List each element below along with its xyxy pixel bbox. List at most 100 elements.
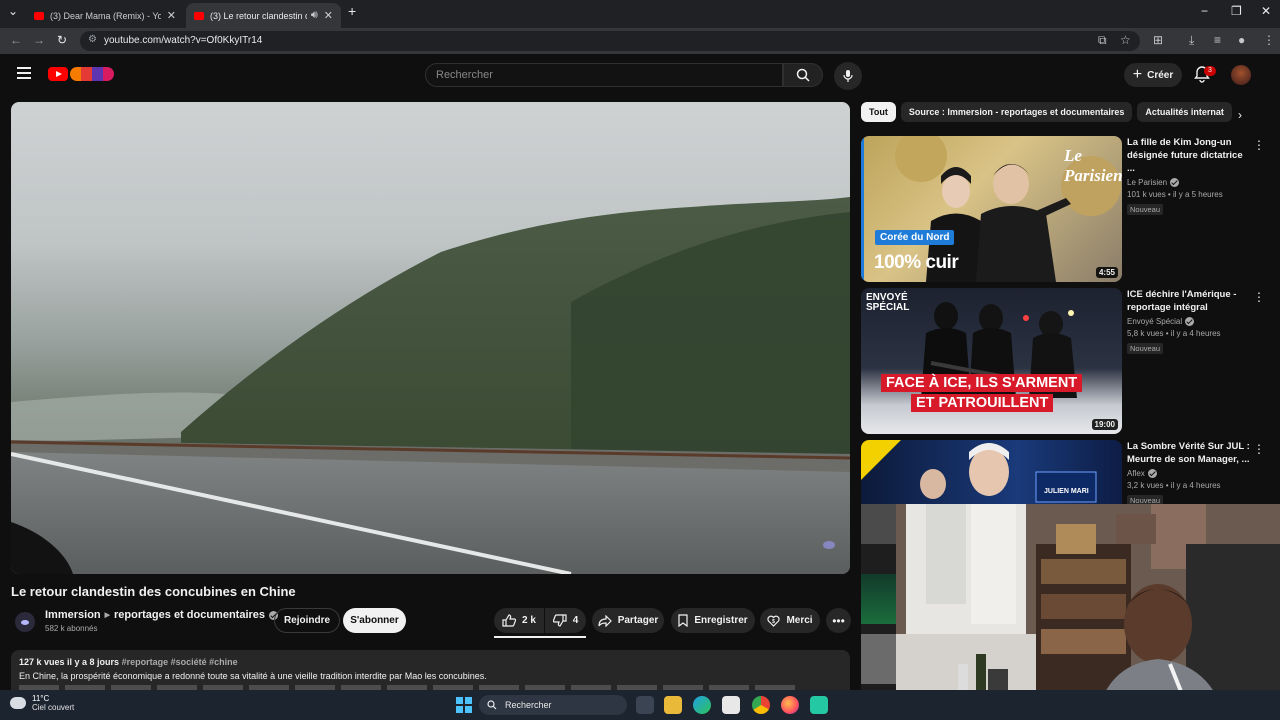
recommendation-title[interactable]: ICE déchire l'Amérique - reportage intég… [1127, 288, 1251, 314]
browser-menu-icon[interactable]: ⋮ [1263, 33, 1275, 47]
channel-avatar[interactable] [15, 612, 35, 632]
dislike-button[interactable]: 4 [545, 608, 586, 633]
app-icon[interactable] [810, 696, 828, 714]
browser-tab-2[interactable]: (3) Le retour clandestin des 🔊︎ ✕ [186, 3, 341, 28]
video-frame [11, 197, 850, 574]
store-icon[interactable] [722, 696, 740, 714]
verified-icon [1147, 469, 1157, 478]
share-button[interactable]: Partager [592, 608, 664, 633]
subscribe-button[interactable]: S'abonner [343, 608, 406, 633]
share-label: Partager [617, 615, 659, 626]
channel-suffix[interactable]: reportages et documentaires [114, 609, 265, 621]
recommendation-channel-row: Aflex [1127, 469, 1251, 478]
thanks-label: Merci [786, 615, 813, 626]
hashtags[interactable]: #reportage #société #chine [122, 657, 238, 667]
task-view-icon[interactable] [636, 696, 654, 714]
channel-name-row[interactable]: Immersion ▶ reportages et documentaires [45, 609, 279, 621]
recommendation-item[interactable]: ENVOYÉ SPÉCIAL FACE À ICE, ILS S'ARMENT … [861, 288, 1265, 434]
minimize-button[interactable]: − [1201, 4, 1208, 18]
recommendation-item[interactable]: Le Parisien Corée du Nord 100% cuir 4:55… [861, 136, 1265, 282]
url-text[interactable]: youtube.com/watch?v=Of0KkyITr14 [104, 35, 262, 46]
thumbnail-caption-1: FACE À ICE, ILS S'ARMENT [881, 374, 1083, 392]
forward-icon[interactable]: → [33, 33, 45, 47]
video-thumbnail[interactable]: JULIEN MARI [861, 440, 1122, 504]
recommendation-channel[interactable]: Aflex [1127, 469, 1145, 478]
like-count: 2 k [522, 615, 536, 626]
recommendation-title[interactable]: La fille de Kim Jong-un désignée future … [1127, 136, 1251, 175]
search-input[interactable] [426, 64, 782, 86]
thumbs-up-icon [502, 614, 517, 627]
weather-widget[interactable]: 11°C Ciel couvert [10, 694, 74, 712]
verified-icon [1185, 317, 1195, 326]
video-thumbnail[interactable]: ENVOYÉ SPÉCIAL FACE À ICE, ILS S'ARMENT … [861, 288, 1122, 434]
recommendation-channel[interactable]: Le Parisien [1127, 178, 1167, 187]
more-actions-button[interactable]: ••• [826, 608, 851, 633]
share-icon [598, 614, 612, 627]
channel-name[interactable]: Immersion [45, 609, 101, 621]
more-options-icon[interactable]: ⋮ [1253, 290, 1265, 304]
site-settings-icon[interactable]: ⚙ [88, 34, 97, 45]
tab-search-icon[interactable]: ⌄ [8, 4, 18, 18]
taskbar-search[interactable]: Rechercher [479, 695, 627, 715]
youtube-logo[interactable] [48, 66, 114, 82]
recommendation-info: ICE déchire l'Amérique - reportage intég… [1127, 288, 1251, 356]
super-thanks-icon: $ [767, 615, 781, 627]
recommendation-item[interactable]: JULIEN MARI La Sombre Vérité Sur JUL : M… [861, 440, 1261, 504]
close-tab-icon[interactable]: ✕ [324, 9, 333, 22]
profile-icon[interactable]: ● [1238, 33, 1245, 47]
account-avatar[interactable] [1231, 65, 1251, 85]
omnibox[interactable]: ⚙ youtube.com/watch?v=Of0KkyITr14 [80, 31, 1140, 51]
thanks-button[interactable]: $ Merci [760, 608, 820, 633]
video-thumbnail[interactable]: Le Parisien Corée du Nord 100% cuir 4:55 [861, 136, 1122, 282]
back-icon[interactable]: ← [10, 33, 22, 47]
video-duration: 4:55 [1095, 267, 1118, 278]
verified-icon [1170, 178, 1180, 187]
close-tab-icon[interactable]: ✕ [167, 9, 176, 22]
chip-all[interactable]: Tout [861, 102, 896, 122]
extensions-icon[interactable]: ⊞ [1153, 33, 1163, 47]
more-options-icon[interactable]: ⋮ [1253, 138, 1265, 152]
windows-taskbar: 11°C Ciel couvert Rechercher [0, 690, 1280, 720]
recommendation-channel[interactable]: Envoyé Spécial [1127, 317, 1182, 326]
thumbnail-caption: 100% cuir [874, 252, 959, 273]
search-button[interactable] [783, 63, 823, 87]
voice-search-button[interactable] [834, 62, 862, 90]
youtube-play-icon [48, 67, 68, 81]
download-icon[interactable]: ⤓ [1189, 33, 1194, 48]
video-player[interactable] [11, 102, 850, 574]
firefox-icon[interactable] [781, 696, 799, 714]
create-button[interactable]: + Créer [1124, 63, 1182, 87]
dislike-count: 4 [572, 615, 579, 626]
covered-recommendations-strip [861, 504, 896, 694]
maximize-button[interactable]: ❐ [1231, 4, 1242, 18]
doodle-icon [70, 67, 114, 81]
recommendation-title[interactable]: La Sombre Vérité Sur JUL : Meurtre de so… [1127, 440, 1251, 466]
chevron-right-icon[interactable]: › [1238, 108, 1242, 122]
recommendation-info: La fille de Kim Jong-un désignée future … [1127, 136, 1251, 217]
browser-tab-1[interactable]: (3) Dear Mama (Remix) - YouTu ✕ [26, 3, 184, 28]
media-control-icon[interactable]: ≡ [1214, 33, 1221, 47]
like-button[interactable]: 2 k [494, 608, 544, 633]
reload-icon[interactable]: ↻ [57, 33, 67, 47]
chip-international-news[interactable]: Actualités internat [1137, 102, 1232, 122]
menu-icon[interactable] [17, 67, 31, 79]
file-explorer-icon[interactable] [664, 696, 682, 714]
windows-start-icon[interactable] [456, 697, 472, 713]
more-options-icon[interactable]: ⋮ [1253, 442, 1261, 456]
join-button[interactable]: Rejoindre [274, 608, 340, 633]
chrome-icon[interactable] [752, 696, 770, 714]
install-app-icon[interactable]: ⧉ [1098, 33, 1107, 48]
chip-source-channel[interactable]: Source : Immersion - reportages et docum… [900, 102, 1133, 122]
bookmark-star-icon[interactable]: ☆ [1120, 33, 1131, 47]
webcam-feed [896, 504, 1280, 720]
youtube-favicon-icon [194, 11, 204, 20]
edge-icon[interactable] [693, 696, 711, 714]
description-box[interactable]: 127 k vues il y a 8 jours #reportage #so… [11, 650, 850, 690]
speaker-icon[interactable]: 🔊︎ [311, 9, 318, 22]
webcam-overlay [896, 504, 1280, 720]
close-window-button[interactable]: ✕ [1261, 4, 1271, 18]
save-button[interactable]: Enregistrer [671, 608, 755, 633]
new-badge: Nouveau [1127, 204, 1164, 215]
temperature: 11°C [32, 694, 50, 703]
new-tab-button[interactable]: + [348, 3, 356, 19]
